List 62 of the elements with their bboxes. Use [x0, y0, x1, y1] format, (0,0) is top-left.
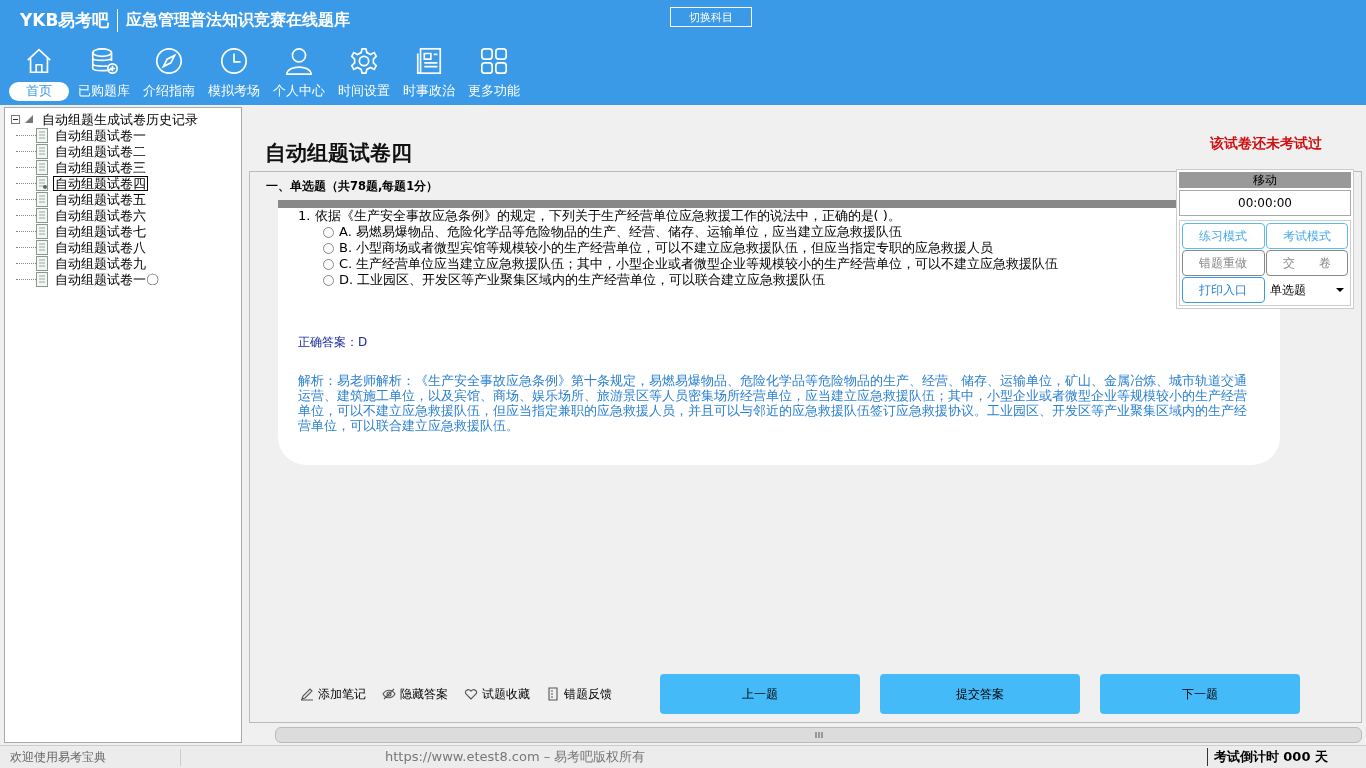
panel-button[interactable]: 打印入口 — [1182, 277, 1265, 303]
action-button[interactable]: 上一题 — [660, 674, 860, 714]
document-icon — [36, 271, 48, 287]
tree-item[interactable]: 自动组题试卷三 — [53, 159, 148, 175]
tree-item[interactable]: 自动组题试卷二 — [53, 143, 148, 159]
option-label[interactable]: A. 易燃易爆物品、危险化学品等危险物品的生产、经营、储存、运输单位，应当建立应急救援队伍 — [339, 223, 902, 241]
tree-item[interactable]: 自动组题试卷四 — [53, 175, 148, 191]
copyright-text: https://www.etest8.com – 易考吧版权所有 — [385, 748, 646, 766]
document-icon — [36, 143, 48, 159]
tree-root-label[interactable]: 自动组题生成试卷历史记录 — [40, 111, 200, 127]
tree-item[interactable]: 自动组题试卷八 — [53, 239, 148, 255]
paper-title: 自动组题试卷四 — [265, 140, 412, 167]
tool-link[interactable]: 添加笔记 — [318, 685, 366, 703]
question-text: 1. 依据《生产安全事故应急条例》的规定，下列关于生产经营单位应急救援工作的说法中，正确的是( )。 — [298, 208, 902, 224]
welcome-text: 欢迎使用易考宝典 — [0, 748, 181, 766]
tree-item[interactable]: 自动组题试卷一〇 — [53, 271, 161, 287]
option-label[interactable]: C. 生产经营单位应当建立应急救援队伍；其中，小型企业或者微型企业等规模较小的生产经营单位，可以不建立应急救援队伍 — [339, 255, 1059, 273]
panel-button[interactable]: 交 卷 — [1265, 250, 1348, 276]
heart-icon — [464, 687, 478, 701]
tool-link[interactable]: 隐藏答案 — [400, 685, 448, 703]
option-label[interactable]: B. 小型商场或者微型宾馆等规模较小的生产经营单位，可以不建立应急救援队伍，但应当指定专职的应急救援人员 — [339, 239, 994, 257]
tool-link[interactable]: 错题反馈 — [564, 685, 612, 703]
tree-item[interactable]: 自动组题试卷七 — [53, 223, 148, 239]
collapse-toggle[interactable] — [11, 114, 20, 124]
analysis-text: 解析：易老师解析：《生产安全事故应急条例》第十条规定，易燃易爆物品、危险化学品等危险物品的生产、经营、储存、运输单位，矿山、金属冶炼、城市轨道交通运营、建筑施工单位，以及宾馆、商场、娱乐场所、旅游景区等人员密集场所经营单位，应当建立应急救援队伍；其中，小型企业或者微型企业等规模较小的生产经营单位，可以不建立应急救援队伍，但应当指定兼职的应急救援人员，并且可以与邻近的应急救援队伍签订应急救援协议。工业园区、开发区等产业聚集区域内的生产经营单位，可以联合建立应急救援队伍。 — [298, 373, 1248, 433]
tree-item[interactable]: 自动组题试卷六 — [53, 207, 148, 223]
exam-status-text: 该试卷还未考试过 — [1210, 135, 1322, 153]
pencil-icon — [300, 687, 314, 701]
scroll-grip-icon — [814, 731, 823, 739]
eye-icon — [382, 687, 396, 701]
grid-icon[interactable] — [478, 46, 509, 76]
tree-item[interactable]: 自动组题试卷九 — [53, 255, 148, 271]
document-icon — [36, 255, 48, 271]
document-icon — [36, 207, 48, 223]
option-label[interactable]: D. 工业园区、开发区等产业聚集区域内的生产经营单位，可以联合建立应急救援队伍 — [339, 271, 826, 289]
document-icon — [36, 159, 48, 175]
app-title: 应急管理普法知识竞赛在线题库 — [125, 9, 351, 31]
question-type-dropdown[interactable]: 单选题 — [1265, 277, 1348, 303]
action-button[interactable]: 提交答案 — [880, 674, 1080, 714]
section-heading: 一、单选题（共78题,每题1分） — [266, 179, 439, 194]
timer-display: 00:00:00 — [1179, 190, 1351, 216]
document-icon — [36, 175, 48, 191]
gear-icon[interactable] — [348, 46, 379, 76]
tree-item[interactable]: 自动组题试卷一 — [53, 127, 148, 143]
document-icon — [36, 223, 48, 239]
panel-button[interactable]: 错题重做 — [1182, 250, 1265, 276]
clock-icon[interactable] — [218, 46, 249, 76]
exam-countdown: 考试倒计时 000 天 — [1206, 748, 1328, 766]
document-icon — [36, 191, 48, 207]
action-button[interactable]: 下一题 — [1100, 674, 1300, 714]
app-logo: YKB易考吧 — [20, 8, 119, 32]
correct-answer: 正确答案：D — [298, 334, 369, 351]
tree-item[interactable]: 自动组题试卷五 — [53, 191, 148, 207]
drag-handle[interactable]: 移动 — [1179, 172, 1351, 188]
document-icon — [36, 127, 48, 143]
document-icon — [36, 239, 48, 255]
folder-triangle-icon — [24, 114, 34, 124]
compass-icon[interactable] — [153, 46, 184, 76]
horizontal-scrollbar[interactable] — [275, 727, 1362, 743]
user-icon[interactable] — [283, 46, 314, 76]
tool-link[interactable]: 试题收藏 — [482, 685, 530, 703]
doc-icon — [546, 687, 560, 701]
